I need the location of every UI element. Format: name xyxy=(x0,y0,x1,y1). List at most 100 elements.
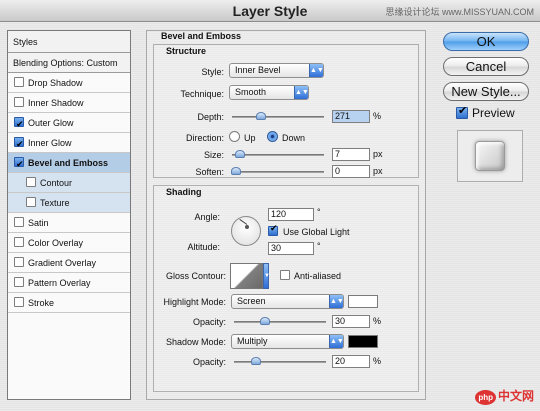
ok-button[interactable]: OK xyxy=(443,32,529,51)
style-item-contour[interactable]: Contour xyxy=(8,173,130,193)
title-bar: Layer Style 思缘设计论坛 www.MISSYUAN.COM xyxy=(0,0,540,22)
altitude-input[interactable]: 30 xyxy=(268,242,314,255)
stroke-checkbox[interactable] xyxy=(14,297,24,307)
size-slider[interactable] xyxy=(232,150,324,158)
pattern-overlay-checkbox[interactable] xyxy=(14,277,24,287)
layer-style-dialog: Layer Style 思缘设计论坛 www.MISSYUAN.COM Styl… xyxy=(0,0,540,411)
style-preview xyxy=(457,130,523,182)
depth-label: Depth: xyxy=(197,112,224,122)
style-item-label: Inner Shadow xyxy=(28,98,84,108)
chevron-updown-icon: ▲▼ xyxy=(309,64,324,77)
highlight-mode-select[interactable]: Screen ▲▼ xyxy=(231,294,344,309)
style-item-label: Texture xyxy=(40,198,70,208)
drop-shadow-checkbox[interactable] xyxy=(14,77,24,87)
direction-down-radio[interactable] xyxy=(267,131,278,142)
style-item-label: Satin xyxy=(28,218,49,228)
texture-checkbox[interactable] xyxy=(26,197,36,207)
outer-glow-checkbox[interactable] xyxy=(14,115,24,135)
angle-label: Angle: xyxy=(194,212,220,222)
shadow-opacity-input[interactable]: 20 xyxy=(332,355,370,368)
style-item-satin[interactable]: Satin xyxy=(8,213,130,233)
highlight-mode-label: Highlight Mode: xyxy=(163,297,226,307)
highlight-opacity-unit: % xyxy=(373,316,382,326)
technique-label: Technique: xyxy=(180,89,224,99)
watermark-text: 思缘设计论坛 www.MISSYUAN.COM xyxy=(385,7,534,17)
highlight-color-swatch[interactable] xyxy=(348,295,378,308)
shadow-opacity-thumb[interactable] xyxy=(251,357,261,365)
style-select-value: Inner Bevel xyxy=(235,65,281,75)
use-global-light-label: Use Global Light xyxy=(283,227,350,237)
angle-input[interactable]: 120 xyxy=(268,208,314,221)
cancel-button[interactable]: Cancel xyxy=(443,57,529,76)
use-global-light-checkbox[interactable] xyxy=(268,224,278,236)
blending-options-item[interactable]: Blending Options: Custom xyxy=(8,53,130,73)
style-item-label: Pattern Overlay xyxy=(28,278,91,288)
anti-aliased-label: Anti-aliased xyxy=(294,271,342,281)
technique-select-value: Smooth xyxy=(235,87,267,97)
chevron-down-icon[interactable]: ▼ xyxy=(263,263,270,289)
depth-slider-thumb[interactable] xyxy=(256,112,266,120)
inner-glow-checkbox[interactable] xyxy=(14,135,24,155)
shadow-opacity-unit: % xyxy=(373,356,382,366)
soften-unit: px xyxy=(373,166,383,176)
altitude-label: Altitude: xyxy=(187,242,220,252)
size-slider-thumb[interactable] xyxy=(235,150,245,158)
style-item-inner-shadow[interactable]: Inner Shadow xyxy=(8,93,130,113)
highlight-opacity-input[interactable]: 30 xyxy=(332,315,370,328)
inner-shadow-checkbox[interactable] xyxy=(14,97,24,107)
shadow-color-swatch[interactable] xyxy=(348,335,378,348)
structure-group: Structure Style: Inner Bevel ▲▼ Techniqu… xyxy=(153,44,419,178)
preview-checkbox[interactable] xyxy=(456,104,468,119)
direction-label: Direction: xyxy=(185,133,224,143)
shadow-mode-select[interactable]: Multiply ▲▼ xyxy=(231,334,344,349)
direction-up-label: Up xyxy=(244,133,256,143)
new-style-button[interactable]: New Style... xyxy=(443,82,529,101)
gloss-contour-picker[interactable] xyxy=(230,263,263,289)
anti-aliased-checkbox[interactable] xyxy=(280,270,290,280)
style-item-texture[interactable]: Texture xyxy=(8,193,130,213)
chevron-updown-icon: ▲▼ xyxy=(329,335,344,348)
angle-needle xyxy=(239,218,248,225)
style-item-inner-glow[interactable]: Inner Glow xyxy=(8,133,130,155)
style-select[interactable]: Inner Bevel ▲▼ xyxy=(229,63,324,78)
style-item-drop-shadow[interactable]: Drop Shadow xyxy=(8,73,130,93)
style-item-stroke[interactable]: Stroke xyxy=(8,293,130,313)
depth-input[interactable]: 271 xyxy=(332,110,370,123)
depth-slider[interactable] xyxy=(232,112,324,120)
styles-header[interactable]: Styles xyxy=(8,31,130,53)
style-item-label: Gradient Overlay xyxy=(28,258,97,268)
bevel-and-emboss-checkbox[interactable] xyxy=(14,155,24,175)
soften-input[interactable]: 0 xyxy=(332,165,370,178)
style-item-bevel-and-emboss[interactable]: Bevel and Emboss xyxy=(8,153,130,175)
styles-list: Styles Blending Options: Custom Drop Sha… xyxy=(7,30,131,400)
soften-slider-thumb[interactable] xyxy=(231,167,241,175)
contour-checkbox[interactable] xyxy=(26,177,36,187)
soften-label: Soften: xyxy=(195,167,224,177)
highlight-opacity-label: Opacity: xyxy=(192,317,226,327)
style-item-gradient-overlay[interactable]: Gradient Overlay xyxy=(8,253,130,273)
preview-label: Preview xyxy=(472,106,515,120)
preview-toggle[interactable]: Preview xyxy=(456,104,515,120)
angle-dial[interactable] xyxy=(231,216,261,246)
color-overlay-checkbox[interactable] xyxy=(14,237,24,247)
style-item-label: Inner Glow xyxy=(28,138,72,148)
highlight-opacity-thumb[interactable] xyxy=(260,317,270,325)
soften-slider[interactable] xyxy=(231,167,324,175)
shadow-opacity-slider[interactable] xyxy=(234,357,326,365)
style-item-pattern-overlay[interactable]: Pattern Overlay xyxy=(8,273,130,293)
style-item-outer-glow[interactable]: Outer Glow xyxy=(8,113,130,135)
satin-checkbox[interactable] xyxy=(14,217,24,227)
direction-down-label: Down xyxy=(282,133,306,143)
gradient-overlay-checkbox[interactable] xyxy=(14,257,24,267)
chevron-updown-icon: ▲▼ xyxy=(329,295,344,308)
size-label: Size: xyxy=(203,150,224,160)
size-input[interactable]: 7 xyxy=(332,148,370,161)
shading-group: Shading Angle: 120 ° Use Global Light Al… xyxy=(153,185,419,392)
site-logo: php 中文网 xyxy=(475,387,534,405)
shadow-mode-label: Shadow Mode: xyxy=(165,337,226,347)
highlight-opacity-slider[interactable] xyxy=(234,317,326,325)
style-item-color-overlay[interactable]: Color Overlay xyxy=(8,233,130,253)
preview-swatch xyxy=(475,141,505,171)
technique-select[interactable]: Smooth ▲▼ xyxy=(229,85,309,100)
direction-up-radio[interactable] xyxy=(229,131,240,142)
